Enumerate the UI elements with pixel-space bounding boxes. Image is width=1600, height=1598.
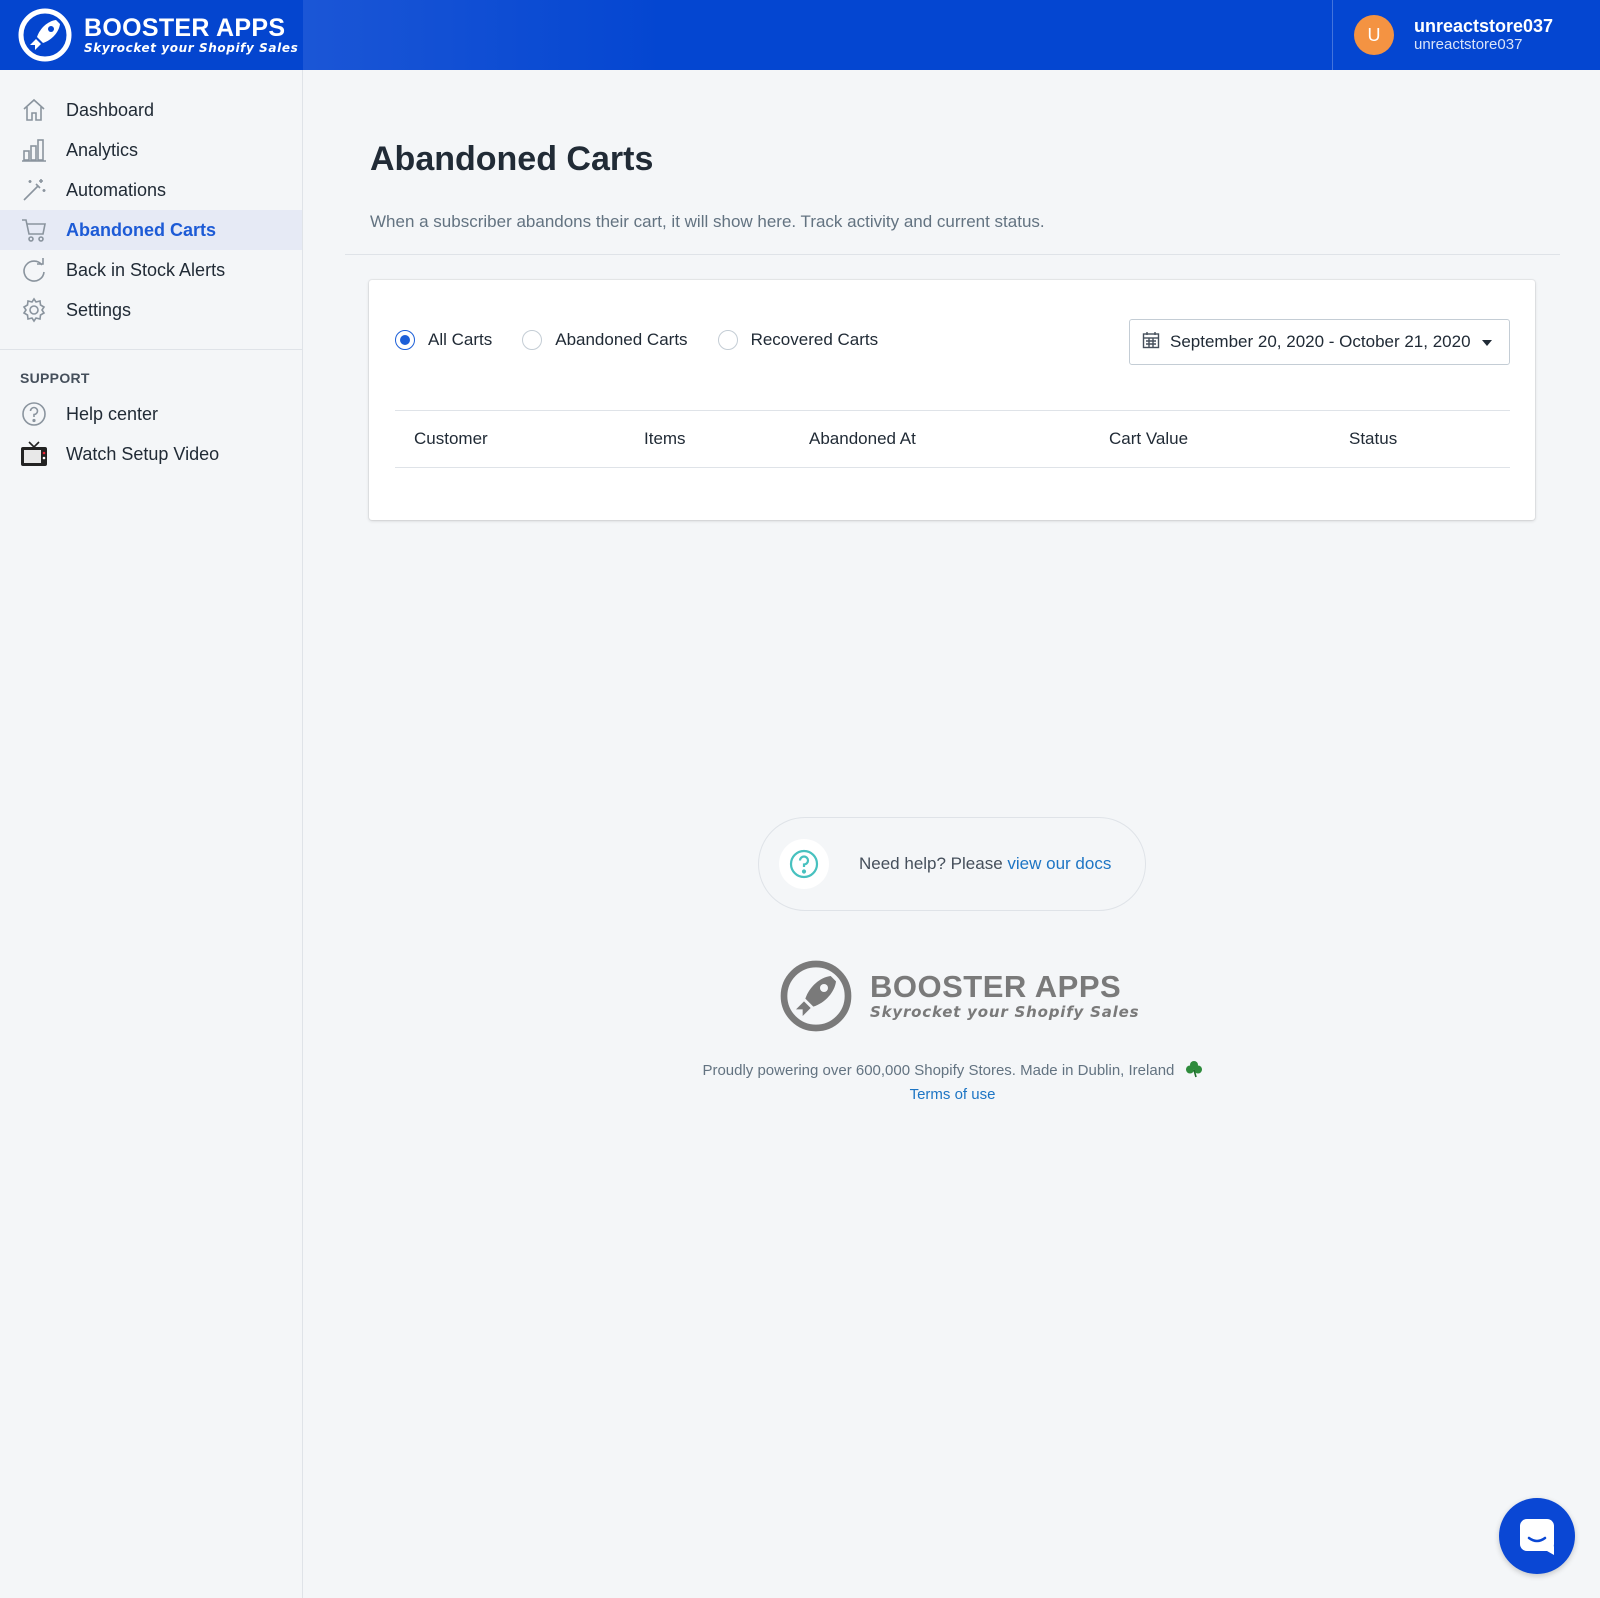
sidebar-item-automations[interactable]: Automations — [0, 170, 302, 210]
footer-logo: BOOSTER APPS Skyrocket your Shopify Sale… — [780, 960, 1139, 1032]
column-abandoned-at[interactable]: Abandoned At — [809, 429, 916, 449]
chat-launcher-button[interactable] — [1499, 1498, 1575, 1574]
table-header: Customer Items Abandoned At Cart Value S… — [395, 410, 1510, 468]
home-icon — [20, 96, 48, 124]
calendar-icon — [1142, 331, 1160, 354]
user-name: unreactstore037 — [1414, 16, 1554, 36]
rocket-logo-icon — [780, 960, 852, 1032]
column-status[interactable]: Status — [1349, 429, 1397, 449]
top-header: BOOSTER APPS Skyrocket your Shopify Sale… — [0, 0, 1600, 70]
carts-card: All Carts Abandoned Carts Recovered Cart… — [369, 280, 1535, 520]
user-store: unreactstore037 — [1414, 36, 1523, 53]
sidebar-item-back-in-stock[interactable]: Back in Stock Alerts — [0, 250, 302, 290]
filter-label: All Carts — [428, 330, 493, 349]
sidebar-item-label: Analytics — [66, 139, 139, 160]
caret-down-icon — [1481, 332, 1493, 352]
filter-label: Recovered Carts — [750, 330, 879, 349]
footer-brand-tagline: Skyrocket your Shopify Sales — [870, 1003, 1140, 1021]
column-items[interactable]: Items — [644, 429, 686, 449]
bar-chart-icon — [20, 136, 48, 164]
sidebar-item-label: Watch Setup Video — [66, 443, 220, 464]
brand-name: BOOSTER APPS — [84, 14, 286, 42]
page-subtitle: When a subscriber abandons their cart, i… — [370, 212, 1045, 231]
footer-links: Terms of use — [0, 1086, 1600, 1103]
sidebar-item-label: Settings — [66, 299, 132, 320]
question-icon — [20, 400, 48, 428]
filter-recovered-carts[interactable]: Recovered Carts — [717, 330, 879, 350]
sidebar-item-setup-video[interactable]: Watch Setup Video — [0, 434, 302, 474]
column-customer[interactable]: Customer — [414, 429, 488, 449]
title-divider — [345, 254, 1560, 255]
footer-brand-name: BOOSTER APPS — [870, 969, 1122, 1004]
cart-filter-group: All Carts Abandoned Carts Recovered Cart… — [395, 330, 908, 350]
radio-recovered-carts[interactable] — [717, 330, 738, 350]
sidebar-item-dashboard[interactable]: Dashboard — [0, 90, 302, 130]
date-range-picker[interactable]: September 20, 2020 - October 21, 2020 — [1129, 319, 1510, 365]
help-text: Need help? Please view our docs — [859, 854, 1111, 874]
view-docs-link[interactable]: view our docs — [1007, 854, 1111, 873]
shamrock-icon — [1185, 1060, 1203, 1082]
filter-all-carts[interactable]: All Carts — [395, 330, 492, 350]
terms-of-use-link[interactable]: Terms of use — [910, 1086, 996, 1103]
radio-abandoned-carts[interactable] — [522, 330, 543, 350]
tv-icon — [20, 440, 48, 468]
filter-abandoned-carts[interactable]: Abandoned Carts — [522, 330, 688, 350]
help-callout: Need help? Please view our docs — [758, 817, 1146, 911]
user-menu[interactable]: U unreactstore037 unreactstore037 — [1354, 15, 1553, 55]
sidebar-item-analytics[interactable]: Analytics — [0, 130, 302, 170]
brand-logo[interactable]: BOOSTER APPS Skyrocket your Shopify Sale… — [0, 0, 303, 70]
column-cart-value[interactable]: Cart Value — [1109, 429, 1188, 449]
sidebar-item-label: Back in Stock Alerts — [66, 259, 226, 280]
support-heading: SUPPORT — [20, 370, 90, 386]
sidebar-item-label: Help center — [66, 403, 159, 424]
sidebar-item-label: Automations — [66, 179, 167, 200]
help-prefix: Need help? Please — [859, 854, 1008, 873]
sidebar-item-settings[interactable]: Settings — [0, 290, 302, 330]
header-divider — [1332, 0, 1333, 70]
footer-credit-text: Proudly powering over 600,000 Shopify St… — [702, 1061, 1175, 1079]
page-title: Abandoned Carts — [370, 140, 654, 178]
brand-tagline: Skyrocket your Shopify Sales — [84, 41, 299, 55]
sidebar-item-label: Abandoned Carts — [66, 219, 217, 240]
date-range-label: September 20, 2020 - October 21, 2020 — [1170, 332, 1471, 351]
sidebar-item-label: Dashboard — [66, 99, 155, 120]
filter-label: Abandoned Carts — [555, 330, 688, 349]
sidebar: Dashboard Analytics Automations Abandone… — [0, 70, 303, 1598]
refresh-icon — [20, 256, 48, 284]
rocket-logo-icon — [18, 8, 72, 62]
sidebar-nav: Dashboard Analytics Automations Abandone… — [0, 70, 302, 330]
gear-icon — [20, 296, 48, 324]
footer-credit: Proudly powering over 600,000 Shopify St… — [0, 1060, 1600, 1082]
header-banner — [303, 0, 1333, 70]
avatar: U — [1354, 15, 1394, 55]
question-icon — [789, 849, 819, 879]
chat-icon — [1520, 1519, 1554, 1555]
sidebar-item-abandoned-carts[interactable]: Abandoned Carts — [0, 210, 302, 250]
radio-all-carts[interactable] — [395, 330, 415, 350]
help-circle — [779, 839, 829, 889]
magic-wand-icon — [20, 176, 48, 204]
cart-icon — [20, 216, 48, 244]
sidebar-item-help-center[interactable]: Help center — [0, 394, 302, 434]
